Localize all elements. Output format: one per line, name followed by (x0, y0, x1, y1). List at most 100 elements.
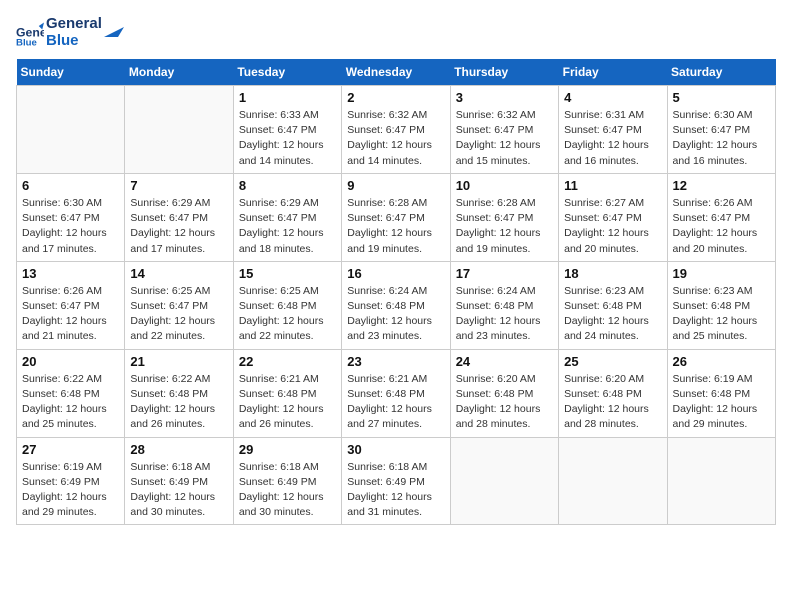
day-number: 20 (22, 354, 119, 369)
day-number: 26 (673, 354, 770, 369)
calendar-week-5: 27 Sunrise: 6:19 AM Sunset: 6:49 PM Dayli… (17, 437, 776, 525)
calendar-cell (559, 437, 667, 525)
calendar-cell: 21 Sunrise: 6:22 AM Sunset: 6:48 PM Dayli… (125, 349, 233, 437)
calendar-cell (125, 86, 233, 174)
day-info: Sunrise: 6:22 AM Sunset: 6:48 PM Dayligh… (22, 372, 119, 433)
day-info: Sunrise: 6:19 AM Sunset: 6:48 PM Dayligh… (673, 372, 770, 433)
day-info: Sunrise: 6:32 AM Sunset: 6:47 PM Dayligh… (456, 108, 553, 169)
day-number: 9 (347, 178, 444, 193)
calendar-cell (667, 437, 775, 525)
calendar-cell: 16 Sunrise: 6:24 AM Sunset: 6:48 PM Dayli… (342, 261, 450, 349)
day-number: 16 (347, 266, 444, 281)
calendar-cell: 6 Sunrise: 6:30 AM Sunset: 6:47 PM Daylig… (17, 173, 125, 261)
calendar-cell: 17Sunrise: 6:24 AM Sunset: 6:48 PM Dayli… (450, 261, 558, 349)
day-info: Sunrise: 6:22 AM Sunset: 6:48 PM Dayligh… (130, 372, 227, 433)
day-info: Sunrise: 6:26 AM Sunset: 6:47 PM Dayligh… (673, 196, 770, 257)
day-info: Sunrise: 6:18 AM Sunset: 6:49 PM Dayligh… (239, 460, 336, 521)
calendar-week-1: 1Sunrise: 6:33 AM Sunset: 6:47 PM Daylig… (17, 86, 776, 174)
day-info: Sunrise: 6:25 AM Sunset: 6:48 PM Dayligh… (239, 284, 336, 345)
calendar-cell: 15 Sunrise: 6:25 AM Sunset: 6:48 PM Dayli… (233, 261, 341, 349)
weekday-header-friday: Friday (559, 59, 667, 86)
day-number: 5 (673, 90, 770, 105)
day-number: 27 (22, 442, 119, 457)
calendar-cell: 25Sunrise: 6:20 AM Sunset: 6:48 PM Dayli… (559, 349, 667, 437)
weekday-header-monday: Monday (125, 59, 233, 86)
weekday-header-thursday: Thursday (450, 59, 558, 86)
logo-general: General (46, 16, 102, 33)
calendar-cell: 14 Sunrise: 6:25 AM Sunset: 6:47 PM Dayli… (125, 261, 233, 349)
day-info: Sunrise: 6:21 AM Sunset: 6:48 PM Dayligh… (239, 372, 336, 433)
day-info: Sunrise: 6:23 AM Sunset: 6:48 PM Dayligh… (673, 284, 770, 345)
calendar-cell: 23 Sunrise: 6:21 AM Sunset: 6:48 PM Dayli… (342, 349, 450, 437)
day-number: 29 (239, 442, 336, 457)
day-number: 15 (239, 266, 336, 281)
day-number: 23 (347, 354, 444, 369)
calendar-cell: 9 Sunrise: 6:28 AM Sunset: 6:47 PM Daylig… (342, 173, 450, 261)
day-info: Sunrise: 6:18 AM Sunset: 6:49 PM Dayligh… (130, 460, 227, 521)
weekday-header-tuesday: Tuesday (233, 59, 341, 86)
calendar-cell: 11 Sunrise: 6:27 AM Sunset: 6:47 PM Dayli… (559, 173, 667, 261)
day-info: Sunrise: 6:28 AM Sunset: 6:47 PM Dayligh… (456, 196, 553, 257)
day-info: Sunrise: 6:29 AM Sunset: 6:47 PM Dayligh… (130, 196, 227, 257)
day-number: 12 (673, 178, 770, 193)
day-number: 4 (564, 90, 661, 105)
day-number: 19 (673, 266, 770, 281)
day-info: Sunrise: 6:18 AM Sunset: 6:49 PM Dayligh… (347, 460, 444, 521)
day-info: Sunrise: 6:21 AM Sunset: 6:48 PM Dayligh… (347, 372, 444, 433)
logo-blue: Blue (46, 33, 102, 50)
day-number: 14 (130, 266, 227, 281)
calendar-cell: 30Sunrise: 6:18 AM Sunset: 6:49 PM Dayli… (342, 437, 450, 525)
day-info: Sunrise: 6:25 AM Sunset: 6:47 PM Dayligh… (130, 284, 227, 345)
day-number: 11 (564, 178, 661, 193)
day-number: 18 (564, 266, 661, 281)
calendar-week-2: 6 Sunrise: 6:30 AM Sunset: 6:47 PM Daylig… (17, 173, 776, 261)
calendar-cell (17, 86, 125, 174)
day-number: 13 (22, 266, 119, 281)
calendar-header-row: SundayMondayTuesdayWednesdayThursdayFrid… (17, 59, 776, 86)
calendar-cell: 4 Sunrise: 6:31 AM Sunset: 6:47 PM Daylig… (559, 86, 667, 174)
day-number: 21 (130, 354, 227, 369)
day-info: Sunrise: 6:32 AM Sunset: 6:47 PM Dayligh… (347, 108, 444, 169)
day-number: 24 (456, 354, 553, 369)
calendar-cell: 26 Sunrise: 6:19 AM Sunset: 6:48 PM Dayli… (667, 349, 775, 437)
calendar-week-3: 13Sunrise: 6:26 AM Sunset: 6:47 PM Dayli… (17, 261, 776, 349)
day-info: Sunrise: 6:24 AM Sunset: 6:48 PM Dayligh… (456, 284, 553, 345)
day-info: Sunrise: 6:20 AM Sunset: 6:48 PM Dayligh… (456, 372, 553, 433)
logo: General Blue General Blue (16, 16, 124, 49)
logo-arrow-icon (104, 19, 124, 37)
day-info: Sunrise: 6:23 AM Sunset: 6:48 PM Dayligh… (564, 284, 661, 345)
day-info: Sunrise: 6:28 AM Sunset: 6:47 PM Dayligh… (347, 196, 444, 257)
day-number: 22 (239, 354, 336, 369)
calendar-cell: 29 Sunrise: 6:18 AM Sunset: 6:49 PM Dayli… (233, 437, 341, 525)
day-info: Sunrise: 6:30 AM Sunset: 6:47 PM Dayligh… (22, 196, 119, 257)
calendar-cell: 3Sunrise: 6:32 AM Sunset: 6:47 PM Daylig… (450, 86, 558, 174)
calendar-cell: 2 Sunrise: 6:32 AM Sunset: 6:47 PM Daylig… (342, 86, 450, 174)
day-number: 6 (22, 178, 119, 193)
weekday-header-wednesday: Wednesday (342, 59, 450, 86)
day-info: Sunrise: 6:19 AM Sunset: 6:49 PM Dayligh… (22, 460, 119, 521)
calendar-table: SundayMondayTuesdayWednesdayThursdayFrid… (16, 59, 776, 525)
day-info: Sunrise: 6:27 AM Sunset: 6:47 PM Dayligh… (564, 196, 661, 257)
calendar-cell: 12 Sunrise: 6:26 AM Sunset: 6:47 PM Dayli… (667, 173, 775, 261)
calendar-cell (450, 437, 558, 525)
day-number: 2 (347, 90, 444, 105)
svg-text:Blue: Blue (16, 37, 37, 47)
calendar-cell: 22 Sunrise: 6:21 AM Sunset: 6:48 PM Dayli… (233, 349, 341, 437)
weekday-header-sunday: Sunday (17, 59, 125, 86)
day-info: Sunrise: 6:29 AM Sunset: 6:47 PM Dayligh… (239, 196, 336, 257)
day-info: Sunrise: 6:33 AM Sunset: 6:47 PM Dayligh… (239, 108, 336, 169)
calendar-cell: 18 Sunrise: 6:23 AM Sunset: 6:48 PM Dayli… (559, 261, 667, 349)
calendar-cell: 7Sunrise: 6:29 AM Sunset: 6:47 PM Daylig… (125, 173, 233, 261)
day-number: 28 (130, 442, 227, 457)
day-info: Sunrise: 6:31 AM Sunset: 6:47 PM Dayligh… (564, 108, 661, 169)
weekday-header-saturday: Saturday (667, 59, 775, 86)
calendar-cell: 24 Sunrise: 6:20 AM Sunset: 6:48 PM Dayli… (450, 349, 558, 437)
calendar-cell: 8Sunrise: 6:29 AM Sunset: 6:47 PM Daylig… (233, 173, 341, 261)
calendar-cell: 5 Sunrise: 6:30 AM Sunset: 6:47 PM Daylig… (667, 86, 775, 174)
page-header: General Blue General Blue (16, 16, 776, 49)
calendar-week-4: 20 Sunrise: 6:22 AM Sunset: 6:48 PM Dayli… (17, 349, 776, 437)
calendar-cell: 1Sunrise: 6:33 AM Sunset: 6:47 PM Daylig… (233, 86, 341, 174)
day-info: Sunrise: 6:24 AM Sunset: 6:48 PM Dayligh… (347, 284, 444, 345)
calendar-cell: 10Sunrise: 6:28 AM Sunset: 6:47 PM Dayli… (450, 173, 558, 261)
day-info: Sunrise: 6:30 AM Sunset: 6:47 PM Dayligh… (673, 108, 770, 169)
